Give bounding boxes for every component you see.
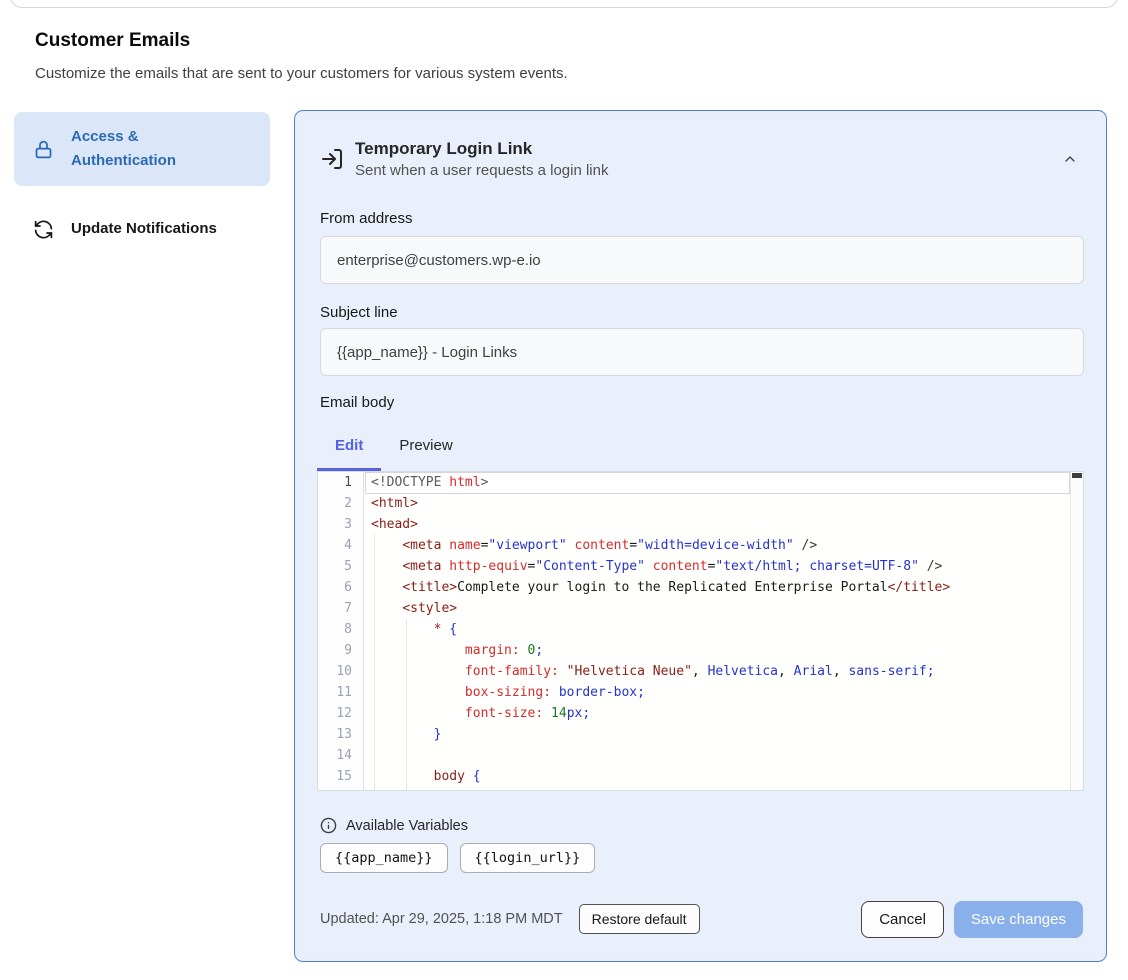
tab-preview[interactable]: Preview [381, 427, 470, 471]
code-line[interactable]: <meta name="viewport" content="width=dev… [365, 535, 1070, 556]
code-line[interactable]: <title>Complete your login to the Replic… [365, 577, 1070, 598]
tab-edit[interactable]: Edit [317, 427, 381, 471]
code-line[interactable] [365, 745, 1070, 766]
login-icon [320, 147, 344, 171]
code-line[interactable]: <!DOCTYPE html> [365, 472, 1070, 493]
panel-subtitle: Sent when a user requests a login link [355, 160, 608, 181]
code-line[interactable]: body { [365, 766, 1070, 787]
variable-chips: {{app_name}} {{login_url}} [320, 843, 595, 873]
code-line[interactable]: font-family: "Helvetica Neue", Helvetica… [365, 661, 1070, 682]
temporary-login-link-panel: Temporary Login Link Sent when a user re… [294, 110, 1107, 962]
line-number: 10 [318, 661, 363, 682]
line-number: 3 [318, 514, 363, 535]
code-line[interactable]: <style> [365, 598, 1070, 619]
email-body-code-editor[interactable]: 12345678910111213141516 <!DOCTYPE html><… [317, 471, 1084, 791]
tab-preview-label: Preview [399, 437, 452, 454]
line-number: 4 [318, 535, 363, 556]
restore-default-button[interactable]: Restore default [579, 904, 700, 934]
available-variables-label: Available Variables [346, 818, 468, 834]
code-line[interactable]: background-color: #f6f6f6; [365, 787, 1070, 790]
panel-footer: Updated: Apr 29, 2025, 1:18 PM MDT Resto… [320, 900, 1083, 938]
email-body-label: Email body [320, 394, 394, 411]
subject-line-input[interactable] [320, 328, 1084, 376]
code-line[interactable]: <head> [365, 514, 1070, 535]
from-address-label: From address [320, 210, 413, 227]
editor-scrollbar-thumb[interactable] [1072, 473, 1082, 478]
save-changes-button[interactable]: Save changes [954, 901, 1083, 938]
line-number: 6 [318, 577, 363, 598]
chevron-up-icon [1062, 151, 1078, 167]
editor-scrollbar[interactable] [1070, 472, 1083, 790]
line-number: 1 [318, 472, 363, 493]
line-number-gutter: 12345678910111213141516 [318, 472, 364, 790]
tab-edit-label: Edit [335, 437, 363, 454]
subject-line-label: Subject line [320, 304, 398, 321]
refresh-icon [33, 219, 54, 240]
line-number: 12 [318, 703, 363, 724]
variable-chip[interactable]: {{login_url}} [460, 843, 596, 873]
line-number: 15 [318, 766, 363, 787]
line-number: 9 [318, 640, 363, 661]
line-number: 7 [318, 598, 363, 619]
sidebar-item-update-notifications[interactable]: Update Notifications [14, 208, 270, 250]
line-number: 5 [318, 556, 363, 577]
lock-icon [33, 139, 54, 160]
line-number: 2 [318, 493, 363, 514]
info-icon [320, 817, 337, 834]
page-title: Customer Emails [35, 30, 190, 52]
code-area[interactable]: <!DOCTYPE html><html><head> <meta name="… [365, 472, 1070, 790]
line-number: 11 [318, 682, 363, 703]
page-subtitle: Customize the emails that are sent to yo… [35, 65, 568, 82]
line-number: 8 [318, 619, 363, 640]
code-line[interactable]: <meta http-equiv="Content-Type" content=… [365, 556, 1070, 577]
code-line[interactable]: } [365, 724, 1070, 745]
panel-title: Temporary Login Link [355, 137, 608, 160]
sidebar-item-label: Update Notifications [71, 217, 217, 241]
code-line[interactable]: * { [365, 619, 1070, 640]
code-line[interactable]: margin: 0; [365, 640, 1070, 661]
sidebar-item-label: Access & Authentication [71, 125, 221, 173]
cancel-button[interactable]: Cancel [861, 901, 944, 938]
code-line[interactable]: font-size: 14px; [365, 703, 1070, 724]
from-address-input[interactable] [320, 236, 1084, 284]
line-number: 13 [318, 724, 363, 745]
email-body-tabs: Edit Preview [317, 427, 471, 471]
variable-chip[interactable]: {{app_name}} [320, 843, 448, 873]
collapse-panel-button[interactable] [1062, 151, 1078, 170]
panel-header: Temporary Login Link Sent when a user re… [320, 137, 608, 181]
updated-timestamp: Updated: Apr 29, 2025, 1:18 PM MDT [320, 911, 563, 927]
previous-section-card-edge [10, 0, 1118, 8]
line-number: 14 [318, 745, 363, 766]
line-number: 16 [318, 787, 363, 791]
code-line[interactable]: box-sizing: border-box; [365, 682, 1070, 703]
sidebar-item-access-authentication[interactable]: Access & Authentication [14, 112, 270, 186]
code-line[interactable]: <html> [365, 493, 1070, 514]
